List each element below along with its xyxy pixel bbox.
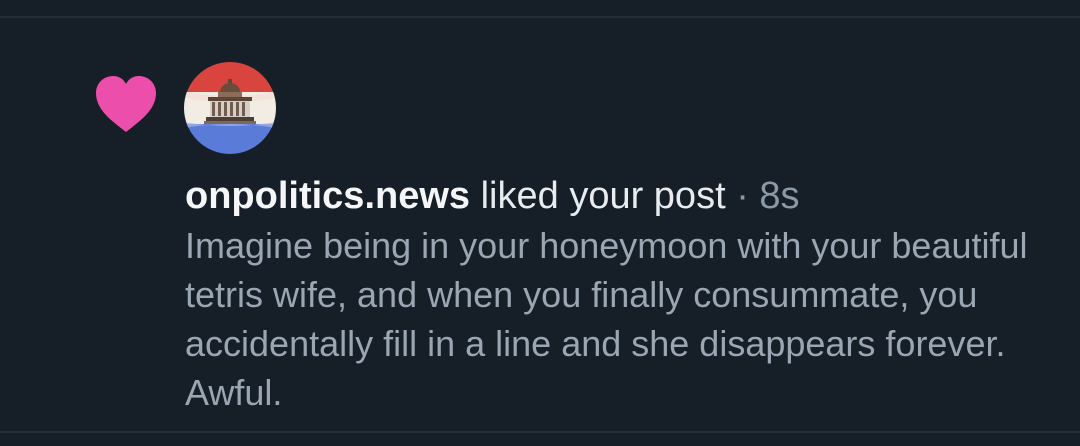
avatar[interactable]	[184, 62, 276, 154]
bottom-divider	[0, 431, 1080, 433]
separator-dot: ·	[736, 175, 749, 217]
notification-headline: onpolitics.news liked your post · 8s	[185, 172, 1045, 220]
timestamp: 8s	[759, 175, 800, 217]
notification-content: onpolitics.news liked your post · 8s Ima…	[185, 172, 1045, 417]
like-notification[interactable]: onpolitics.news liked your post · 8s Ima…	[0, 18, 1080, 431]
action-text: liked your post	[480, 175, 726, 217]
heart-icon	[96, 76, 156, 132]
post-preview-text[interactable]: Imagine being in your honeymoon with you…	[185, 221, 1045, 417]
author-name[interactable]: onpolitics.news	[185, 175, 470, 217]
capitol-building-flag-avatar	[184, 62, 276, 154]
